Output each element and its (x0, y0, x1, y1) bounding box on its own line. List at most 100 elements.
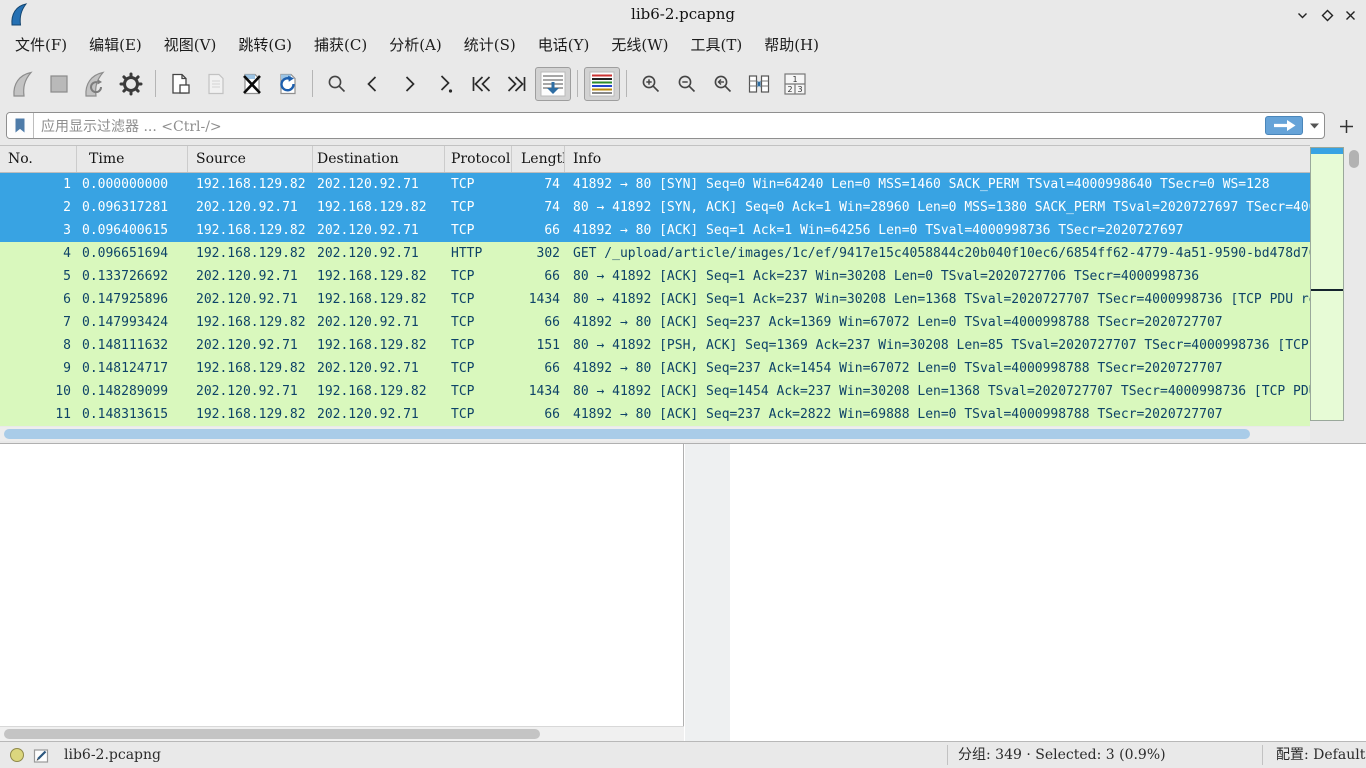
packet-details-pane (0, 444, 684, 741)
cell-no: 4 (0, 242, 77, 265)
cell-time: 0.148289099 (77, 380, 188, 403)
restart-capture-icon[interactable] (77, 67, 113, 101)
status-profile[interactable]: 配置: Default (1276, 742, 1365, 768)
menu-item-8[interactable]: 无线(W) (600, 34, 679, 55)
filter-dropdown-icon[interactable] (1307, 113, 1321, 138)
packet-row[interactable]: 60.147925896202.120.92.71192.168.129.82T… (0, 288, 1310, 311)
zoom-in-icon[interactable] (633, 67, 669, 101)
menu-item-2[interactable]: 视图(V) (153, 34, 228, 55)
cell-src: 202.120.92.71 (188, 380, 313, 403)
zoom-reset-icon[interactable] (705, 67, 741, 101)
first-packet-icon[interactable] (463, 67, 499, 101)
vertical-scrollbar-thumb[interactable] (1349, 150, 1359, 168)
cell-proto: TCP (445, 265, 512, 288)
capture-comment-icon[interactable] (33, 747, 50, 764)
menu-item-5[interactable]: 分析(A) (378, 34, 453, 55)
menu-item-3[interactable]: 跳转(G) (227, 34, 303, 55)
details-horizontal-scrollbar[interactable] (0, 726, 684, 741)
open-file-icon[interactable] (162, 67, 198, 101)
cell-len: 1434 (512, 380, 565, 403)
packet-list-horizontal-scrollbar[interactable] (0, 427, 1310, 441)
zoom-out-icon[interactable] (669, 67, 705, 101)
menu-item-9[interactable]: 工具(T) (679, 34, 753, 55)
intelligent-scrollbar-minimap[interactable] (1310, 147, 1344, 421)
cell-src: 202.120.92.71 (188, 334, 313, 357)
cell-info: 41892 → 80 [ACK] Seq=237 Ack=2822 Win=69… (565, 403, 1310, 426)
save-file-icon[interactable] (198, 67, 234, 101)
cell-len: 66 (512, 403, 565, 426)
pane-splitter[interactable] (685, 444, 730, 741)
auto-scroll-icon[interactable] (535, 67, 571, 101)
cell-info: 41892 → 80 [ACK] Seq=237 Ack=1369 Win=67… (565, 311, 1310, 334)
cell-src: 192.168.129.82 (188, 403, 313, 426)
column-header-length[interactable]: Length (512, 146, 565, 172)
add-filter-button-icon[interactable] (1336, 116, 1356, 136)
cell-proto: TCP (445, 334, 512, 357)
packet-row[interactable]: 90.148124717192.168.129.82202.120.92.71T… (0, 357, 1310, 380)
packet-list: 10.000000000192.168.129.82202.120.92.71T… (0, 173, 1310, 426)
packet-list-vertical-scrollbar[interactable] (1347, 147, 1362, 427)
column-header-destination[interactable]: Destination (313, 146, 445, 172)
resize-columns-icon[interactable] (741, 67, 777, 101)
stop-capture-icon[interactable] (41, 67, 77, 101)
menu-item-4[interactable]: 捕获(C) (303, 34, 378, 55)
svg-text:2: 2 (787, 85, 792, 94)
capture-options-icon[interactable] (113, 67, 149, 101)
packet-row[interactable]: 110.148313615192.168.129.82202.120.92.71… (0, 403, 1310, 426)
next-packet-icon[interactable] (391, 67, 427, 101)
column-header-info[interactable]: Info (565, 146, 1310, 172)
find-packet-icon[interactable] (319, 67, 355, 101)
cell-time: 0.096317281 (77, 196, 188, 219)
start-capture-icon[interactable] (5, 67, 41, 101)
cell-proto: TCP (445, 173, 512, 196)
packet-row[interactable]: 70.147993424192.168.129.82202.120.92.71T… (0, 311, 1310, 334)
cell-no: 5 (0, 265, 77, 288)
cell-dst: 202.120.92.71 (313, 403, 445, 426)
cell-dst: 192.168.129.82 (313, 196, 445, 219)
close-file-icon[interactable] (234, 67, 270, 101)
cell-no: 10 (0, 380, 77, 403)
go-to-packet-icon[interactable] (427, 67, 463, 101)
column-header-protocol[interactable]: Protocol (445, 146, 512, 172)
menu-item-7[interactable]: 电话(Y) (527, 34, 601, 55)
cell-time: 0.096400615 (77, 219, 188, 242)
menu-item-0[interactable]: 文件(F) (4, 34, 78, 55)
packet-row[interactable]: 30.096400615192.168.129.82202.120.92.71T… (0, 219, 1310, 242)
menu-item-10[interactable]: 帮助(H) (753, 34, 830, 55)
column-header-time[interactable]: Time (77, 146, 188, 172)
expert-info-icon[interactable] (10, 748, 24, 762)
previous-packet-icon[interactable] (355, 67, 391, 101)
close-button-icon[interactable] (1342, 7, 1358, 23)
last-packet-icon[interactable] (499, 67, 535, 101)
reload-file-icon[interactable] (270, 67, 306, 101)
cell-info: 80 → 41892 [ACK] Seq=1 Ack=237 Win=30208… (565, 288, 1310, 311)
minimize-button-icon[interactable] (1294, 7, 1310, 23)
display-filter-input[interactable]: 应用显示过滤器 ... <Ctrl-/> (6, 112, 1325, 139)
cell-info: 80 → 41892 [SYN, ACK] Seq=0 Ack=1 Win=28… (565, 196, 1310, 219)
apply-filter-icon[interactable] (1265, 116, 1303, 135)
cell-proto: TCP (445, 403, 512, 426)
cell-info: GET /_upload/article/images/1c/ef/9417e1… (565, 242, 1310, 265)
details-scrollbar-thumb[interactable] (4, 729, 540, 739)
displayed-columns-icon[interactable]: 123 (777, 67, 813, 101)
column-header-no[interactable]: No. (0, 146, 77, 172)
toolbar-separator (312, 70, 313, 97)
packet-row[interactable]: 80.148111632202.120.92.71192.168.129.82T… (0, 334, 1310, 357)
filter-bookmark-icon[interactable] (7, 113, 34, 138)
packet-row[interactable]: 10.000000000192.168.129.82202.120.92.71T… (0, 173, 1310, 196)
colorize-icon[interactable] (584, 67, 620, 101)
packet-row[interactable]: 50.133726692202.120.92.71192.168.129.82T… (0, 265, 1310, 288)
horizontal-scrollbar-thumb[interactable] (4, 429, 1250, 439)
menu-item-6[interactable]: 统计(S) (453, 34, 527, 55)
cell-time: 0.148124717 (77, 357, 188, 380)
cell-len: 66 (512, 219, 565, 242)
maximize-button-icon[interactable] (1319, 7, 1335, 23)
cell-len: 302 (512, 242, 565, 265)
packet-row[interactable]: 100.148289099202.120.92.71192.168.129.82… (0, 380, 1310, 403)
packet-row[interactable]: 20.096317281202.120.92.71192.168.129.82T… (0, 196, 1310, 219)
status-separator (1262, 745, 1263, 765)
packet-row[interactable]: 40.096651694192.168.129.82202.120.92.71H… (0, 242, 1310, 265)
menu-item-1[interactable]: 编辑(E) (78, 34, 153, 55)
column-header-source[interactable]: Source (188, 146, 313, 172)
minimap-selected-range (1311, 148, 1343, 154)
